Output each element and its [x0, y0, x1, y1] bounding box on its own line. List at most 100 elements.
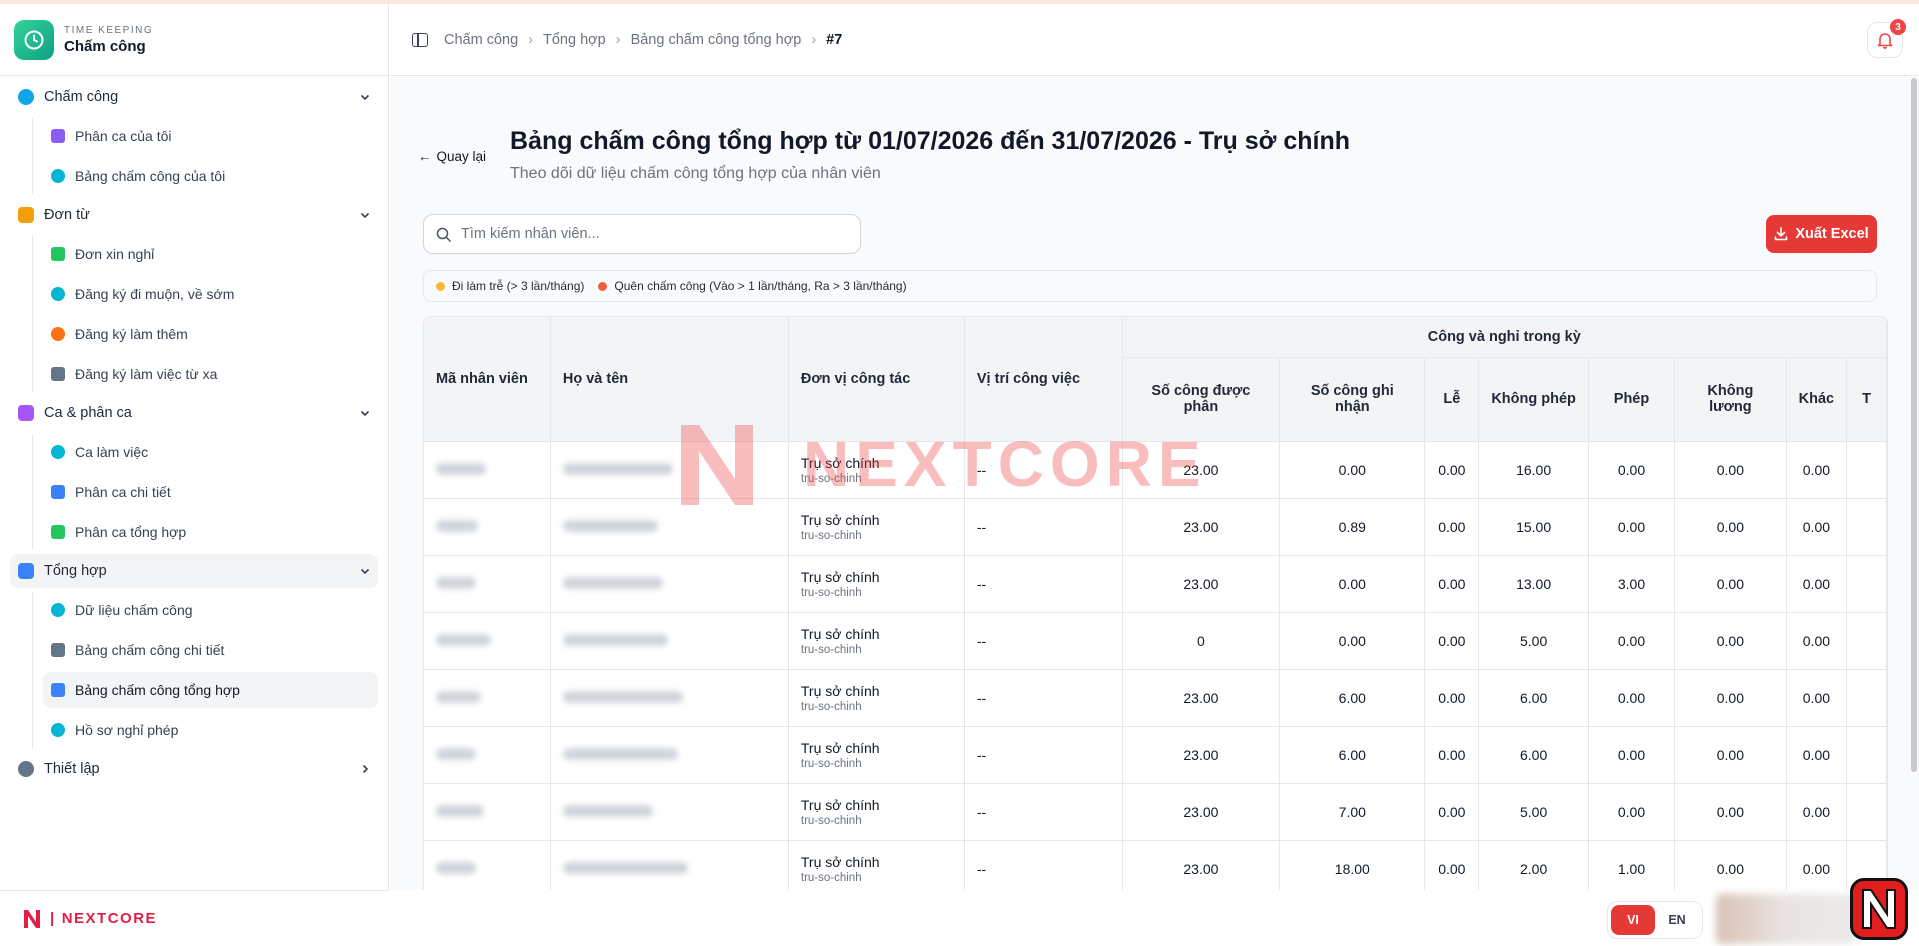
breadcrumb-item[interactable]: Chấm công	[444, 32, 518, 48]
cell-value: 0.00	[1588, 612, 1676, 670]
item-label: Bảng chấm công của tôi	[75, 168, 226, 184]
cell-employee-id	[424, 498, 551, 556]
sidebar-group-ca-phan-ca[interactable]: Ca & phân ca	[10, 396, 378, 430]
cell-value: 0.00	[1786, 498, 1848, 556]
sidebar-item-di-muon-ve-som[interactable]: Đăng ký đi muộn, về sớm	[43, 276, 378, 312]
cell-value: 6.00	[1478, 669, 1589, 727]
cell-value: 0.00	[1786, 840, 1848, 890]
sidebar-item-du-lieu-cham-cong[interactable]: Dữ liệu chấm công	[43, 592, 378, 628]
redacted-text	[562, 747, 678, 760]
sidebar-item-phan-ca-chi-tiet[interactable]: Phân ca chi tiết	[43, 474, 378, 510]
sidebar-item-lam-them[interactable]: Đăng ký làm thêm	[43, 316, 378, 352]
cell-name	[550, 555, 789, 613]
clock-icon	[51, 169, 65, 183]
cell-name	[550, 498, 789, 556]
legend-dot-orange	[598, 281, 608, 291]
calendar-icon	[51, 129, 65, 143]
breadcrumb-item[interactable]: Tổng hợp	[543, 32, 606, 48]
sidebar-item-phan-ca-cua-toi[interactable]: Phân ca của tôi	[43, 118, 378, 154]
nextcore-app-icon[interactable]	[1850, 878, 1908, 940]
unit-name: Trụ sở chính	[800, 739, 880, 756]
table-row[interactable]: Trụ sở chính tru-so-chinh -- 23.00 0.89 0.00 1…	[424, 498, 1887, 556]
cell-value: 0.00	[1588, 669, 1676, 727]
top-header: Chấm công › Tổng hợp › Bảng chấm công tổ…	[390, 4, 1919, 76]
footer-logo-text: NEXTCORE	[61, 910, 158, 927]
arrow-left-icon: ←	[418, 149, 432, 164]
notification-button[interactable]: 3	[1867, 19, 1906, 58]
export-excel-button[interactable]: Xuất Excel	[1766, 215, 1877, 253]
sidebar-toggle-icon[interactable]	[412, 32, 428, 47]
chevron-right-icon: ›	[811, 31, 817, 48]
notification-count-badge: 3	[1890, 19, 1906, 35]
breadcrumb-item[interactable]: Bảng chấm công tổng hợp	[631, 32, 802, 48]
breadcrumb-current: #7	[826, 31, 843, 48]
cell-more	[1846, 612, 1887, 670]
item-label: Phân ca của tôi	[75, 128, 172, 144]
lang-en-button[interactable]: EN	[1655, 905, 1699, 935]
search-input[interactable]	[461, 226, 841, 242]
user-profile[interactable]	[1716, 894, 1856, 944]
unit-code: tru-so-chinh	[800, 643, 862, 656]
calendar-icon	[18, 405, 34, 421]
main-content: ← Quay lại Bảng chấm công tổng hợp từ 01…	[390, 77, 1919, 890]
table-body: Trụ sở chính tru-so-chinh -- 23.00 0.00 0.00 1…	[424, 441, 1887, 890]
cell-value: 0.00	[1279, 441, 1426, 499]
legend-label: Quên chấm công (Vào > 1 lần/tháng, Ra > …	[614, 279, 907, 293]
sidebar-footer: | NEXTCORE	[0, 890, 389, 946]
sidebar-item-bang-cham-cong-tong-hop[interactable]: Bảng chấm công tổng hợp	[43, 672, 378, 708]
unit-code: tru-so-chinh	[800, 871, 862, 884]
cell-value: 0.00	[1424, 669, 1480, 727]
back-button[interactable]: ← Quay lại	[418, 149, 486, 164]
sidebar-group-tong-hop[interactable]: Tổng hợp	[10, 554, 378, 588]
legend-bar: Đi làm trễ (> 3 lần/tháng) Quên chấm côn…	[423, 270, 1877, 302]
item-label: Đơn xin nghỉ	[75, 246, 155, 262]
table-row[interactable]: Trụ sở chính tru-so-chinh -- 23.00 7.00 0.00 5…	[424, 783, 1887, 841]
unit-name: Trụ sở chính	[800, 568, 880, 585]
cell-value: 0.00	[1424, 441, 1480, 499]
brand[interactable]: TIME KEEPING Chấm công	[0, 4, 388, 76]
cell-value: 0	[1122, 612, 1281, 670]
cell-position: --	[964, 555, 1123, 613]
legend-label: Đi làm trễ (> 3 lần/tháng)	[452, 279, 585, 293]
sidebar-group-don-tu[interactable]: Đơn từ	[10, 198, 378, 232]
nextcore-logo: | NEXTCORE	[22, 908, 157, 930]
search-box[interactable]	[423, 214, 861, 254]
page-scrollbar[interactable]	[1911, 78, 1917, 772]
cell-name	[550, 669, 789, 727]
cell-value: 0.00	[1279, 612, 1426, 670]
cell-name	[550, 726, 789, 784]
sidebar-group-cham-cong[interactable]: Chấm công	[10, 80, 378, 114]
redacted-text	[562, 576, 663, 589]
table-row[interactable]: Trụ sở chính tru-so-chinh -- 23.00 18.00 0.00…	[424, 840, 1887, 890]
sidebar-item-ho-so-nghi-phep[interactable]: Hồ sơ nghỉ phép	[43, 712, 378, 748]
sidebar-item-lam-viec-tu-xa[interactable]: Đăng ký làm việc từ xa	[43, 356, 378, 392]
cell-unit: Trụ sở chính tru-so-chinh	[788, 783, 965, 841]
cell-employee-id	[424, 783, 551, 841]
item-label: Đăng ký làm thêm	[75, 326, 188, 342]
cell-value: 0.00	[1424, 555, 1480, 613]
item-label: Dữ liệu chấm công	[75, 602, 193, 618]
cell-position: --	[964, 441, 1123, 499]
sidebar-item-phan-ca-tong-hop[interactable]: Phân ca tổng hợp	[43, 514, 378, 550]
table-row[interactable]: Trụ sở chính tru-so-chinh -- 23.00 6.00 0.00 6…	[424, 669, 1887, 727]
cell-unit: Trụ sở chính tru-so-chinh	[788, 555, 965, 613]
cell-more	[1846, 441, 1887, 499]
cell-value: 0.00	[1674, 498, 1787, 556]
table-row[interactable]: Trụ sở chính tru-so-chinh -- 23.00 0.00 0.00 1…	[424, 555, 1887, 613]
table-row[interactable]: Trụ sở chính tru-so-chinh -- 23.00 6.00 0.00 6…	[424, 726, 1887, 784]
lang-vi-button[interactable]: VI	[1611, 905, 1655, 935]
search-icon	[436, 227, 451, 242]
legend-item-forgot: Quên chấm công (Vào > 1 lần/tháng, Ra > …	[598, 279, 907, 293]
bar-chart-icon	[51, 683, 65, 697]
sidebar-item-bang-cham-cong-chi-tiet[interactable]: Bảng chấm công chi tiết	[43, 632, 378, 668]
sidebar-item-ca-lam-viec[interactable]: Ca làm việc	[43, 434, 378, 470]
table-row[interactable]: Trụ sở chính tru-so-chinh -- 23.00 0.00 0.00 1…	[424, 441, 1887, 499]
redacted-text	[562, 861, 688, 874]
bar-chart-icon	[18, 563, 34, 579]
table-row[interactable]: Trụ sở chính tru-so-chinh -- 0 0.00 0.00 5.00 0…	[424, 612, 1887, 670]
sidebar-item-bang-cham-cong-cua-toi[interactable]: Bảng chấm công của tôi	[43, 158, 378, 194]
cell-value: 0.00	[1588, 783, 1676, 841]
cell-value: 0.00	[1588, 441, 1676, 499]
sidebar-item-don-xin-nghi[interactable]: Đơn xin nghỉ	[43, 236, 378, 272]
sidebar-group-thiet-lap[interactable]: Thiết lập	[10, 752, 378, 786]
